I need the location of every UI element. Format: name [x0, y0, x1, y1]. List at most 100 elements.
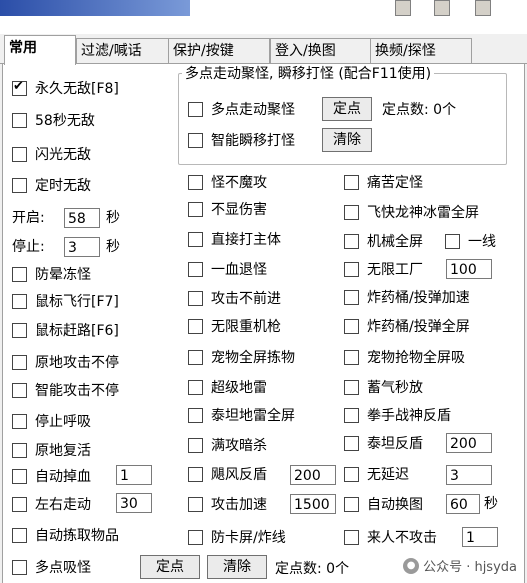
checkbox-box[interactable]	[12, 354, 27, 370]
checkbox-box[interactable]	[12, 382, 27, 398]
left-right-walk-input[interactable]: 30	[116, 493, 152, 513]
tab-filter-shout[interactable]: 过滤/喊话	[76, 38, 172, 63]
titan-shield-checkbox[interactable]: 泰坦反盾	[344, 432, 423, 454]
pet-full-screen-checkbox[interactable]: 宠物全屏拣物	[188, 346, 295, 368]
infinite-factory-input[interactable]: 100	[446, 259, 492, 279]
checkbox-box[interactable]	[188, 201, 203, 217]
auto-pickup-checkbox[interactable]: 自动拣取物品	[12, 524, 119, 546]
hurricane-shield-input[interactable]: 200	[290, 465, 336, 485]
checkbox-box[interactable]	[188, 290, 203, 306]
checkbox-box[interactable]	[344, 407, 359, 423]
checkbox-box[interactable]	[344, 435, 359, 451]
checkbox-box[interactable]	[188, 529, 203, 545]
start-seconds-input[interactable]: 58	[64, 208, 100, 228]
close-button[interactable]	[475, 0, 491, 16]
attack-speed-checkbox[interactable]: 攻击加速	[188, 493, 267, 515]
set-point-button[interactable]: 定点	[140, 555, 200, 579]
mouse-fly-checkbox[interactable]: 鼠标飞行[F7]	[12, 290, 119, 312]
hurricane-shield-checkbox[interactable]: 飓风反盾	[188, 463, 267, 485]
pain-freeze-checkbox[interactable]: 痛苦定怪	[344, 171, 423, 193]
flying-dragon-checkbox[interactable]: 飞快龙神冰雷全屏	[344, 201, 479, 223]
checkbox-box[interactable]	[188, 101, 203, 117]
checkbox-box[interactable]	[188, 466, 203, 482]
checkbox-box[interactable]	[12, 112, 27, 128]
one-hp-retreat-checkbox[interactable]: 一血退怪	[188, 258, 267, 280]
checkbox-box[interactable]	[188, 349, 203, 365]
mech-full-screen-checkbox[interactable]: 机械全屏	[344, 230, 423, 252]
timed-invincible-checkbox[interactable]: 定时无敌	[12, 174, 91, 196]
left-right-walk-checkbox[interactable]: 左右走动	[12, 493, 91, 515]
checkbox-box[interactable]	[188, 407, 203, 423]
checkbox-box[interactable]	[344, 349, 359, 365]
barrel-speed-checkbox[interactable]: 炸药桶/投弹加速	[344, 286, 470, 308]
super-mine-checkbox[interactable]: 超级地雷	[188, 376, 267, 398]
attack-speed-input[interactable]: 1500	[290, 494, 336, 514]
checkbox-box[interactable]	[12, 266, 27, 282]
no-delay-input[interactable]: 3	[446, 465, 492, 485]
checkbox-box[interactable]	[12, 79, 27, 96]
infinite-factory-checkbox[interactable]: 无限工厂	[344, 258, 423, 280]
stop-seconds-input[interactable]: 3	[64, 237, 100, 257]
auto-drop-hp-input[interactable]: 1	[116, 465, 152, 485]
checkbox-box[interactable]	[344, 496, 359, 512]
smart-attack-checkbox[interactable]: 智能攻击不停	[12, 379, 119, 401]
no-attack-on-people-input[interactable]: 1	[462, 527, 498, 547]
checkbox-box[interactable]	[445, 233, 460, 249]
anti-stun-checkbox[interactable]: 防晕冻怪	[12, 263, 91, 285]
monster-no-attack-checkbox[interactable]: 怪不魔攻	[188, 171, 267, 193]
checkbox-box[interactable]	[12, 322, 27, 338]
checkbox-box[interactable]	[344, 204, 359, 220]
pet-grab-checkbox[interactable]: 宠物抢物全屏吸	[344, 346, 465, 368]
revive-in-place-checkbox[interactable]: 原地复活	[12, 439, 91, 461]
auto-map-change-checkbox[interactable]: 自动换图	[344, 493, 423, 515]
clear-button[interactable]: 清除	[207, 555, 267, 579]
hide-damage-checkbox[interactable]: 不显伤害	[188, 198, 267, 220]
checkbox-box[interactable]	[12, 527, 27, 543]
checkbox-box[interactable]	[188, 437, 203, 453]
checkbox-box[interactable]	[12, 559, 27, 575]
checkbox-box[interactable]	[12, 468, 27, 484]
tab-common[interactable]: 常用	[4, 35, 76, 65]
multi-point-gather-checkbox[interactable]: 多点走动聚怪	[188, 98, 295, 120]
tab-login-map[interactable]: 登入/换图	[270, 38, 372, 63]
tab-protect-keys[interactable]: 保护/按键	[168, 38, 270, 63]
invincible-58s-checkbox[interactable]: 58秒无敌	[12, 109, 95, 131]
auto-drop-hp-checkbox[interactable]: 自动掉血	[12, 465, 91, 487]
anti-lag-checkbox[interactable]: 防卡屏/炸线	[188, 526, 286, 548]
no-delay-checkbox[interactable]: 无延迟	[344, 463, 409, 485]
barrel-full-checkbox[interactable]: 炸药桶/投弹全屏	[344, 315, 470, 337]
checkbox-box[interactable]	[188, 174, 203, 190]
full-attack-stealth-checkbox[interactable]: 满攻暗杀	[188, 434, 267, 456]
no-attack-on-people-checkbox[interactable]: 来人不攻击	[344, 526, 437, 548]
auto-map-change-input[interactable]: 60	[446, 494, 480, 514]
checkbox-box[interactable]	[344, 466, 359, 482]
checkbox-box[interactable]	[188, 379, 203, 395]
checkbox-box[interactable]	[188, 231, 203, 247]
group-set-point-button[interactable]: 定点	[322, 97, 372, 121]
multi-point-absorb-checkbox[interactable]: 多点吸怪	[12, 556, 91, 578]
charge-instant-checkbox[interactable]: 蓄气秒放	[344, 376, 423, 398]
titan-mine-checkbox[interactable]: 泰坦地雷全屏	[188, 404, 295, 426]
checkbox-box[interactable]	[188, 132, 203, 148]
checkbox-box[interactable]	[12, 413, 27, 429]
checkbox-box[interactable]	[188, 318, 203, 334]
checkbox-box[interactable]	[344, 318, 359, 334]
attack-no-advance-checkbox[interactable]: 攻击不前进	[188, 287, 281, 309]
checkbox-box[interactable]	[12, 146, 27, 162]
minimize-button[interactable]	[395, 0, 411, 16]
flash-invincible-checkbox[interactable]: 闪光无敌	[12, 143, 91, 165]
titan-shield-input[interactable]: 200	[446, 433, 492, 453]
stationary-attack-checkbox[interactable]: 原地攻击不停	[12, 351, 119, 373]
checkbox-box[interactable]	[344, 289, 359, 305]
checkbox-box[interactable]	[188, 261, 203, 277]
permanent-invincible-checkbox[interactable]: 永久无敌[F8]	[12, 77, 119, 99]
checkbox-box[interactable]	[12, 177, 27, 193]
checkbox-box[interactable]	[188, 496, 203, 512]
fist-war-god-checkbox[interactable]: 拳手战神反盾	[344, 404, 451, 426]
checkbox-box[interactable]	[12, 442, 27, 458]
checkbox-box[interactable]	[344, 261, 359, 277]
checkbox-box[interactable]	[12, 293, 27, 309]
checkbox-box[interactable]	[12, 496, 27, 512]
group-clear-button[interactable]: 清除	[322, 128, 372, 152]
checkbox-box[interactable]	[344, 174, 359, 190]
